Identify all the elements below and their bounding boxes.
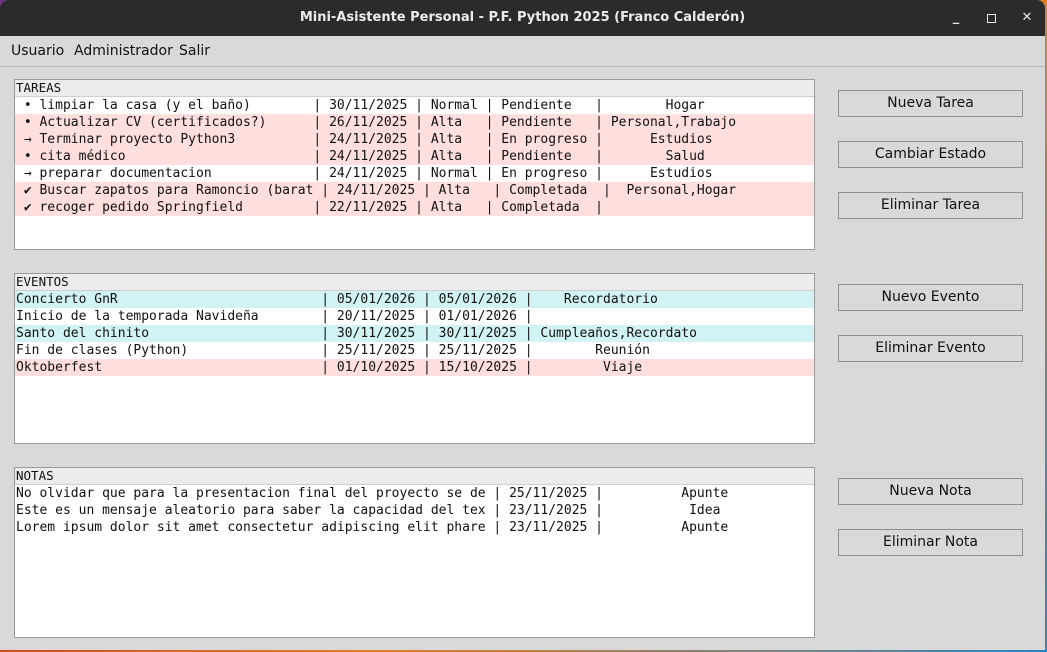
evento-row[interactable]: Inicio de la temporada Navideña | 20/11/… (15, 308, 814, 325)
menu-bar: Usuario Administrador Salir (0, 36, 1045, 67)
menu-salir[interactable]: Salir (179, 43, 210, 59)
title-bar[interactable]: Mini-Asistente Personal - P.F. Python 20… (0, 0, 1045, 36)
notas-header: NOTAS (15, 468, 814, 485)
evento-row[interactable]: Santo del chinito | 30/11/2025 | 30/11/2… (15, 325, 814, 342)
evento-row[interactable]: Concierto GnR | 05/01/2026 | 05/01/2026 … (15, 291, 814, 308)
nuevo-evento-button[interactable]: Nuevo Evento (838, 284, 1023, 311)
eventos-header: EVENTOS (15, 274, 814, 291)
nueva-tarea-button[interactable]: Nueva Tarea (838, 90, 1023, 117)
menu-usuario[interactable]: Usuario (11, 43, 64, 59)
nota-row[interactable]: No olvidar que para la presentacion fina… (15, 485, 814, 502)
nueva-nota-button[interactable]: Nueva Nota (838, 478, 1023, 505)
tarea-row[interactable]: ✔ Buscar zapatos para Ramoncio (barat | … (15, 182, 814, 199)
eliminar-evento-button[interactable]: Eliminar Evento (838, 335, 1023, 362)
eventos-list[interactable]: Concierto GnR | 05/01/2026 | 05/01/2026 … (15, 291, 814, 376)
notas-panel: NOTAS No olvidar que para la presentacio… (14, 467, 815, 638)
tareas-list[interactable]: • limpiar la casa (y el baño) | 30/11/20… (15, 97, 814, 216)
eliminar-nota-button[interactable]: Eliminar Nota (838, 529, 1023, 556)
menu-administrador[interactable]: Administrador (74, 43, 173, 59)
tarea-row[interactable]: ✔ recoger pedido Springfield | 22/11/202… (15, 199, 814, 216)
tarea-row[interactable]: • limpiar la casa (y el baño) | 30/11/20… (15, 97, 814, 114)
tarea-row[interactable]: → Terminar proyecto Python3 | 24/11/2025… (15, 131, 814, 148)
maximize-icon (986, 14, 996, 23)
close-button[interactable]: ✕ (1017, 8, 1037, 28)
maximize-button[interactable] (981, 8, 1001, 28)
tareas-panel: TAREAS • limpiar la casa (y el baño) | 3… (14, 79, 815, 250)
eliminar-tarea-button[interactable]: Eliminar Tarea (838, 192, 1023, 219)
tarea-row[interactable]: • cita médico | 24/11/2025 | Alta | Pend… (15, 148, 814, 165)
minimize-button[interactable]: _ (946, 8, 966, 28)
nota-row[interactable]: Lorem ipsum dolor sit amet consectetur a… (15, 519, 814, 536)
app-window: Mini-Asistente Personal - P.F. Python 20… (0, 0, 1045, 650)
evento-row[interactable]: Fin de clases (Python) | 25/11/2025 | 25… (15, 342, 814, 359)
eventos-panel: EVENTOS Concierto GnR | 05/01/2026 | 05/… (14, 273, 815, 444)
tareas-header: TAREAS (15, 80, 814, 97)
tarea-row[interactable]: • Actualizar CV (certificados?) | 26/11/… (15, 114, 814, 131)
window-title: Mini-Asistente Personal - P.F. Python 20… (299, 10, 746, 25)
notas-list[interactable]: No olvidar que para la presentacion fina… (15, 485, 814, 536)
evento-row[interactable]: Oktoberfest | 01/10/2025 | 15/10/2025 | … (15, 359, 814, 376)
nota-row[interactable]: Este es un mensaje aleatorio para saber … (15, 502, 814, 519)
cambiar-estado-button[interactable]: Cambiar Estado (838, 141, 1023, 168)
tarea-row[interactable]: → preparar documentacion | 24/11/2025 | … (15, 165, 814, 182)
